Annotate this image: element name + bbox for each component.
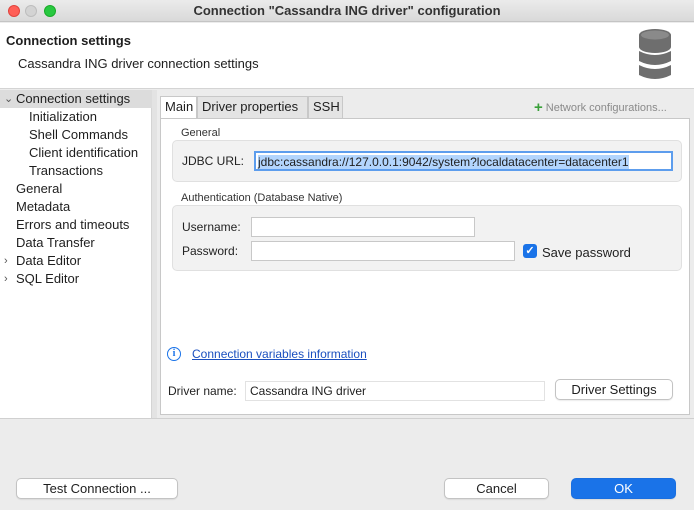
chevron-right-icon[interactable]: › [4, 270, 8, 288]
nav-item-initialization[interactable]: Initialization [29, 108, 97, 126]
nav-item-errors-and-timeouts[interactable]: Errors and timeouts [16, 216, 129, 234]
dialog-header: Connection settings Cassandra ING driver… [0, 23, 694, 89]
settings-nav: ⌄ Connection settings Initialization She… [0, 90, 152, 418]
network-configurations-label: Network configurations... [545, 102, 667, 114]
chevron-right-icon[interactable]: › [4, 252, 8, 270]
info-icon: i [167, 347, 181, 361]
chevron-down-icon[interactable]: ⌄ [4, 90, 13, 108]
nav-item-transactions[interactable]: Transactions [29, 162, 103, 180]
nav-item-connection-settings[interactable]: ⌄ Connection settings [0, 90, 152, 108]
network-configurations-button[interactable]: + Network configurations... [534, 99, 667, 116]
auth-section-label: Authentication (Database Native) [181, 192, 343, 204]
cancel-button[interactable]: Cancel [444, 478, 549, 499]
auth-group [172, 205, 682, 271]
jdbc-url-label: JDBC URL: [182, 154, 245, 168]
username-input[interactable] [251, 217, 475, 237]
driver-name-field: Cassandra ING driver [245, 381, 545, 401]
nav-item-general[interactable]: General [16, 180, 62, 198]
page-subtitle: Cassandra ING driver connection settings [18, 56, 259, 71]
window-title: Connection "Cassandra ING driver" config… [193, 3, 501, 18]
nav-item-label: SQL Editor [16, 271, 80, 286]
nav-item-label: Data Editor [16, 253, 82, 268]
driver-settings-button[interactable]: Driver Settings [555, 379, 673, 400]
footer-divider [0, 418, 694, 419]
nav-item-label: Connection settings [16, 91, 131, 106]
main-tab-content: General JDBC URL: jdbc:cassandra://127.0… [160, 118, 690, 415]
nav-item-sql-editor[interactable]: › SQL Editor [0, 270, 152, 288]
save-password-checkbox[interactable]: ✓ [523, 244, 537, 258]
connection-variables-link[interactable]: Connection variables information [192, 347, 367, 361]
database-icon [639, 29, 671, 79]
username-label: Username: [182, 220, 241, 234]
tab-main[interactable]: Main [160, 96, 197, 119]
jdbc-url-value: jdbc:cassandra://127.0.0.1:9042/system?l… [258, 155, 629, 169]
nav-item-shell-commands[interactable]: Shell Commands [29, 126, 128, 144]
password-input[interactable] [251, 241, 515, 261]
general-section-label: General [181, 127, 221, 139]
test-connection-button[interactable]: Test Connection ... [16, 478, 178, 499]
title-bar: Connection "Cassandra ING driver" config… [0, 0, 694, 22]
save-password-label: Save password [542, 245, 631, 260]
tab-driver-properties[interactable]: Driver properties [197, 96, 308, 118]
nav-item-client-identification[interactable]: Client identification [29, 144, 138, 162]
nav-item-data-transfer[interactable]: Data Transfer [16, 234, 95, 252]
jdbc-url-input[interactable]: jdbc:cassandra://127.0.0.1:9042/system?l… [254, 151, 673, 171]
page-title: Connection settings [6, 33, 131, 48]
nav-item-data-editor[interactable]: › Data Editor [0, 252, 152, 270]
driver-name-label: Driver name: [168, 384, 237, 398]
tab-ssh[interactable]: SSH [308, 96, 343, 118]
ok-button[interactable]: OK [571, 478, 676, 499]
password-label: Password: [182, 244, 239, 258]
nav-item-metadata[interactable]: Metadata [16, 198, 70, 216]
plus-icon: + [534, 99, 543, 116]
